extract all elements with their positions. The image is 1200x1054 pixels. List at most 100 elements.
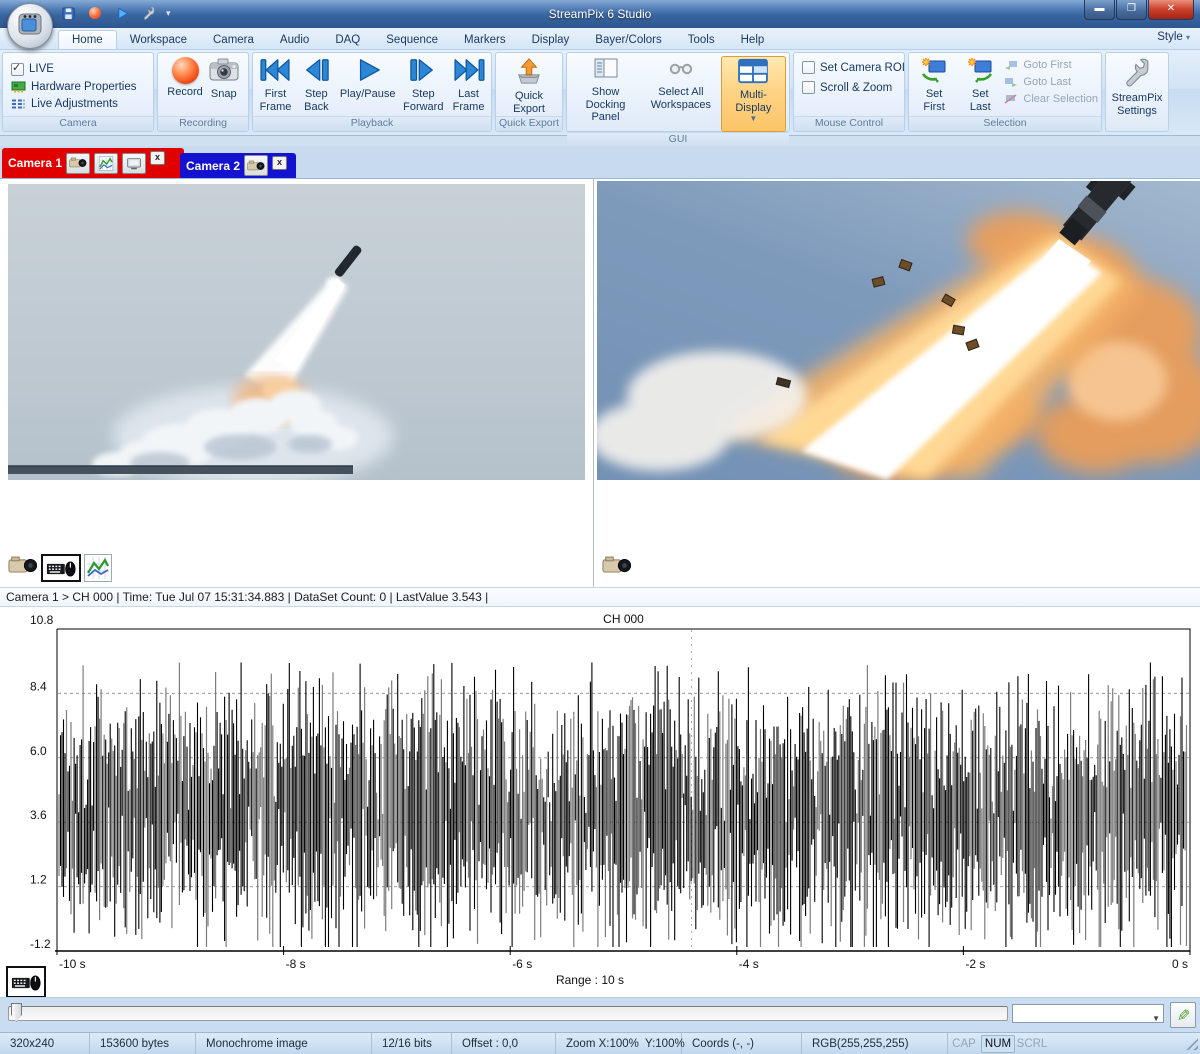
show-docking-panel-button[interactable]: Show Docking Panel bbox=[570, 56, 641, 124]
camera-view-icon[interactable] bbox=[66, 153, 90, 174]
play-pause-button[interactable]: Play/Pause bbox=[338, 56, 398, 102]
toggle-num: NUM bbox=[981, 1035, 1015, 1053]
last-frame-button[interactable]: Last Frame bbox=[449, 56, 488, 114]
hardware-properties-button[interactable]: Hardware Properties bbox=[11, 81, 136, 93]
camera-1-toolbar bbox=[8, 554, 112, 582]
camera-view-icon[interactable] bbox=[244, 155, 268, 176]
multi-display-dropdown-icon[interactable]: ▼ bbox=[749, 115, 757, 124]
svg-text:-1.2: -1.2 bbox=[30, 937, 51, 951]
keyboard-mouse-control-icon[interactable] bbox=[6, 966, 46, 998]
ribbon-group-selection: Set First Set Last Goto First Goto Last … bbox=[908, 52, 1102, 132]
camera-1-tab-label: Camera 1 bbox=[8, 156, 62, 170]
tab-audio[interactable]: Audio bbox=[267, 31, 322, 49]
qat-dropdown-icon[interactable]: ▾ bbox=[166, 8, 171, 19]
clear-selection-button[interactable]: Clear Selection bbox=[1004, 93, 1098, 105]
play-icon[interactable] bbox=[112, 4, 132, 22]
app-menu-button[interactable] bbox=[7, 3, 53, 49]
display-view-icon[interactable] bbox=[122, 153, 146, 174]
clear-selection-label: Clear Selection bbox=[1023, 93, 1098, 105]
maximize-button[interactable]: ❐ bbox=[1116, 0, 1147, 20]
resize-grip-icon[interactable] bbox=[1185, 1037, 1198, 1050]
camera-2-video-missile-closeup[interactable] bbox=[597, 181, 1200, 480]
streampix-settings-button[interactable]: StreamPix Settings bbox=[1109, 56, 1165, 118]
tab-daq[interactable]: DAQ bbox=[322, 31, 373, 49]
status-segment-6: Coords (-, -) bbox=[682, 1033, 802, 1054]
camera-icon[interactable] bbox=[8, 554, 38, 582]
camera-group-title: Camera bbox=[3, 116, 153, 131]
export-box-arrow-icon bbox=[514, 57, 544, 88]
live-checkbox-row[interactable]: LIVE bbox=[11, 63, 54, 76]
daq-status-line: Camera 1 > CH 000 | Time: Tue Jul 07 15:… bbox=[0, 587, 1200, 607]
tab-help[interactable]: Help bbox=[728, 31, 778, 49]
status-segment-3: 12/16 bits bbox=[372, 1033, 452, 1054]
camera-2-close-icon[interactable]: x bbox=[272, 156, 287, 170]
multi-display-button[interactable]: Multi-Display ▼ bbox=[721, 56, 786, 132]
tab-display[interactable]: Display bbox=[519, 31, 583, 49]
tab-sequence[interactable]: Sequence bbox=[373, 31, 451, 49]
tab-bayer-colors[interactable]: Bayer/Colors bbox=[582, 31, 674, 49]
tab-camera[interactable]: Camera bbox=[200, 31, 267, 49]
svg-text:6.0: 6.0 bbox=[30, 744, 47, 758]
status-segment-4: Offset : 0,0 bbox=[452, 1033, 556, 1054]
keyboard-mouse-control-icon[interactable] bbox=[41, 554, 81, 582]
save-icon[interactable] bbox=[58, 4, 78, 22]
set-camera-roi-checkbox[interactable] bbox=[802, 61, 815, 74]
camera-1-tab[interactable]: Camera 1 x bbox=[2, 148, 184, 178]
daq-chart[interactable]: 10.88.46.03.61.2-1.2-10 s-8 s-6 s-4 s-2 … bbox=[0, 607, 1200, 997]
adjustments-list-icon bbox=[11, 98, 26, 110]
chart-icon[interactable] bbox=[84, 554, 112, 582]
camera-icon[interactable] bbox=[602, 554, 632, 582]
close-button[interactable]: ✕ bbox=[1148, 0, 1194, 20]
chart-view-icon[interactable] bbox=[94, 153, 118, 174]
tab-home[interactable]: Home bbox=[58, 30, 117, 49]
step-forward-label: Step Forward bbox=[401, 88, 445, 113]
clear-selection-icon bbox=[1004, 94, 1018, 104]
set-first-label: Set First bbox=[914, 88, 954, 113]
goto-last-button[interactable]: Goto Last bbox=[1004, 76, 1071, 88]
tab-tools[interactable]: Tools bbox=[675, 31, 728, 49]
camera-1-video-missile-launch[interactable] bbox=[8, 184, 585, 480]
ribbon-tab-strip: HomeWorkspaceCameraAudioDAQSequenceMarke… bbox=[0, 28, 1200, 50]
live-checkbox[interactable] bbox=[11, 63, 24, 76]
style-menu[interactable]: Style ▾ bbox=[1157, 31, 1190, 43]
overlay-combobox[interactable]: ▼ bbox=[1012, 1004, 1164, 1023]
step-back-button[interactable]: Step Back bbox=[297, 56, 336, 114]
ribbon-group-recording: Record Snap Recording bbox=[157, 52, 249, 132]
record-button[interactable]: Record bbox=[165, 56, 204, 99]
ribbon-group-camera: LIVE Hardware Properties Live Adjustment… bbox=[2, 52, 154, 132]
quick-export-button[interactable]: Quick Export bbox=[499, 56, 559, 116]
tab-markers[interactable]: Markers bbox=[451, 31, 519, 49]
window-title: StreamPix 6 Studio bbox=[0, 0, 1200, 28]
goto-first-button[interactable]: Goto First bbox=[1004, 59, 1071, 71]
set-camera-roi-row[interactable]: Set Camera ROI bbox=[802, 61, 905, 74]
minimize-button[interactable]: ▬ bbox=[1084, 0, 1115, 20]
select-all-workspaces-button[interactable]: Select All Workspaces bbox=[643, 56, 719, 112]
goto-last-icon bbox=[1004, 77, 1018, 87]
first-frame-button[interactable]: First Frame bbox=[256, 56, 295, 114]
record-icon[interactable] bbox=[85, 4, 105, 22]
status-segment-0: 320x240 bbox=[0, 1033, 90, 1054]
set-last-button[interactable]: Set Last bbox=[958, 56, 1002, 114]
svg-text:3.6: 3.6 bbox=[30, 808, 47, 822]
selection-group-title: Selection bbox=[909, 116, 1101, 131]
style-menu-label: Style bbox=[1157, 31, 1183, 43]
timeline-slider-track[interactable] bbox=[8, 1006, 1008, 1021]
multi-display-icon bbox=[737, 58, 769, 87]
live-adjustments-button[interactable]: Live Adjustments bbox=[11, 98, 118, 110]
daq-chart-panel: 10.88.46.03.61.2-1.2-10 s-8 s-6 s-4 s-2 … bbox=[0, 607, 1200, 997]
scroll-zoom-checkbox[interactable] bbox=[802, 81, 815, 94]
settings-wrench-icon[interactable] bbox=[139, 4, 159, 22]
set-last-icon bbox=[966, 57, 994, 86]
step-forward-button[interactable]: Step Forward bbox=[399, 56, 447, 114]
quick-export-group-title: Quick Export bbox=[496, 116, 562, 131]
status-segment-2: Monochrome image bbox=[196, 1033, 372, 1054]
set-first-icon bbox=[920, 57, 948, 86]
set-first-button[interactable]: Set First bbox=[912, 56, 956, 114]
tab-workspace[interactable]: Workspace bbox=[117, 31, 200, 49]
camera-1-close-icon[interactable]: x bbox=[150, 151, 165, 165]
snap-button[interactable]: Snap bbox=[207, 56, 241, 102]
show-docking-panel-label: Show Docking Panel bbox=[572, 86, 639, 123]
scroll-zoom-row[interactable]: Scroll & Zoom bbox=[802, 81, 892, 94]
edit-overlay-button[interactable]: ✎ bbox=[1170, 1002, 1196, 1028]
camera-2-tab[interactable]: Camera 2 x bbox=[180, 153, 296, 178]
